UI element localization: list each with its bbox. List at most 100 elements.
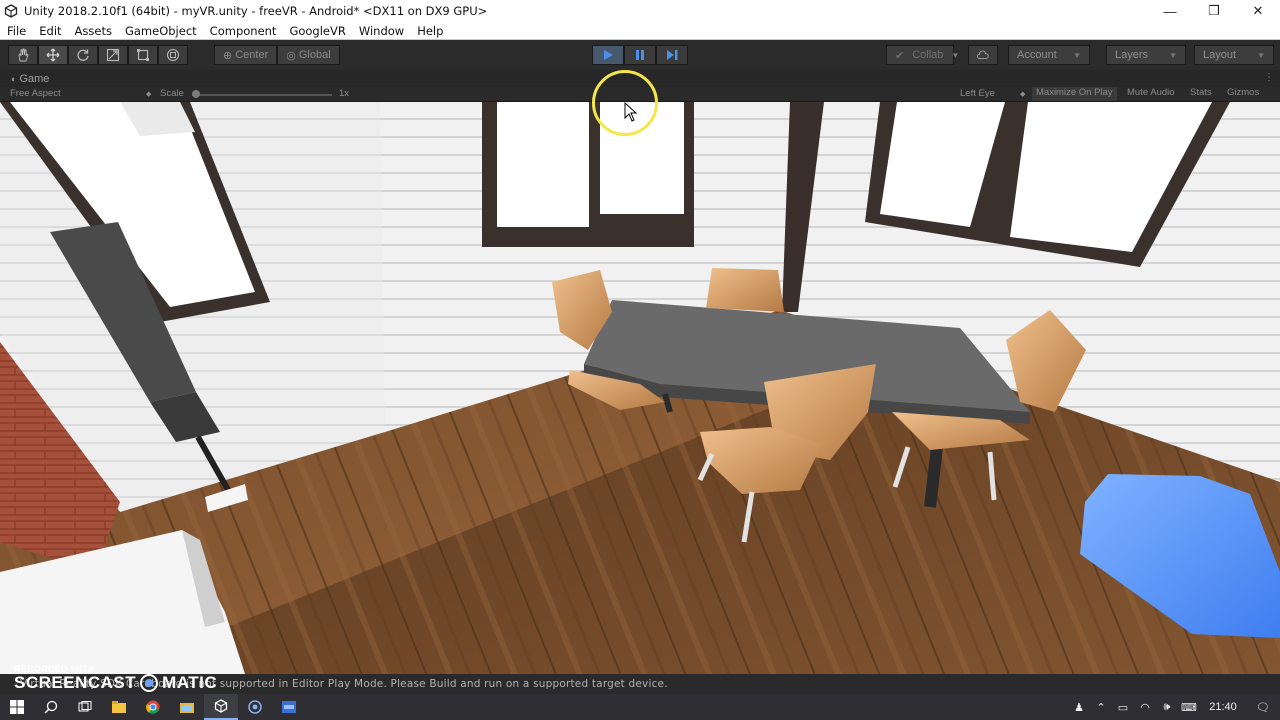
scale-value: 1x [339, 88, 350, 99]
pivot-toggles: ⊕ Center ◎ Global [214, 45, 340, 65]
collab-dropdown[interactable]: ✔ Collab ▼ [886, 45, 959, 65]
screencast-watermark: RECORDED WITH SCREENCAST MATIC [14, 664, 217, 693]
menu-file[interactable]: File [0, 24, 32, 38]
menu-component[interactable]: Component [203, 24, 283, 38]
menu-bar: File Edit Assets GameObject Component Go… [0, 22, 1280, 40]
watermark-brand: SCREENCAST MATIC [14, 673, 217, 693]
windows-taskbar: ♟ ⌃ ▭ ◠ 🕪 ⌨ 21:40 🗨 [0, 694, 1280, 720]
minimize-button[interactable]: — [1148, 0, 1192, 22]
volume-icon[interactable]: 🕪 [1156, 701, 1178, 714]
tab-menu-icon[interactable]: ⋮ [1264, 72, 1274, 83]
hand-tool-button[interactable] [8, 45, 38, 65]
chevron-down-icon: ◆ [1020, 91, 1026, 98]
rect-tool-button[interactable] [128, 45, 158, 65]
watermark-brand-left: SCREENCAST [14, 673, 137, 692]
mouse-cursor-icon [624, 102, 638, 122]
play-icon [604, 50, 613, 60]
window-titlebar: Unity 2018.2.10f1 (64bit) - myVR.unity -… [0, 0, 1280, 22]
chevron-up-icon[interactable]: ⌃ [1090, 701, 1112, 714]
play-button[interactable] [592, 45, 624, 65]
record-icon [140, 674, 159, 692]
menu-assets[interactable]: Assets [68, 24, 118, 38]
step-icon [667, 50, 678, 60]
layout-label: Layout [1203, 49, 1237, 61]
menu-googlevr[interactable]: GoogleVR [282, 24, 351, 38]
maximize-on-play-toggle[interactable]: Maximize On Play [1032, 87, 1117, 101]
task-view-button[interactable] [68, 694, 102, 720]
pivot-center-toggle[interactable]: ⊕ Center [214, 45, 278, 65]
layers-label: Layers [1115, 49, 1149, 61]
scale-icon [106, 48, 120, 62]
aspect-dropdown[interactable]: Free Aspect [10, 88, 61, 99]
transform-icon [166, 48, 180, 62]
gamepad-icon: ◖ [10, 73, 16, 84]
chevron-down-icon: ▼ [1257, 50, 1265, 60]
windows-logo-icon [10, 700, 24, 714]
unity-icon [214, 699, 228, 713]
scale-slider-thumb[interactable] [192, 90, 200, 98]
chair-back-right [706, 268, 784, 312]
task-view-icon [78, 701, 92, 712]
stats-toggle[interactable]: Stats [1186, 87, 1216, 101]
main-toolbar: ⊕ Center ◎ Global ✔ Collab ▼ Account ▼ L… [0, 40, 1280, 70]
taskbar-file-manager[interactable] [102, 694, 136, 720]
tab-game-label: Game [19, 72, 50, 85]
menu-edit[interactable]: Edit [32, 24, 67, 38]
taskbar-unity[interactable] [204, 694, 238, 720]
layers-dropdown[interactable]: Layers ▼ [1106, 45, 1186, 65]
check-icon: ✔ [895, 49, 905, 62]
move-icon [46, 48, 60, 62]
rect-icon [137, 49, 149, 61]
start-button[interactable] [0, 694, 34, 720]
taskbar-app[interactable] [272, 694, 306, 720]
globe-icon: ◎ [286, 49, 296, 62]
system-tray: ♟ ⌃ ▭ ◠ 🕪 ⌨ 21:40 🗨 [1068, 694, 1280, 720]
rotate-tool-button[interactable] [68, 45, 98, 65]
scale-tool-button[interactable] [98, 45, 128, 65]
pause-icon [636, 50, 644, 60]
chevron-down-icon: ◆ [146, 91, 152, 98]
cloud-icon [977, 50, 989, 59]
search-icon [44, 700, 58, 714]
record-icon [248, 700, 262, 714]
app-icon [282, 701, 296, 713]
search-button[interactable] [34, 694, 68, 720]
handle-label: Global [298, 49, 331, 61]
menu-gameobject[interactable]: GameObject [118, 24, 203, 38]
eye-dropdown[interactable]: Left Eye [960, 88, 995, 99]
transform-tools [8, 45, 188, 65]
taskbar-clock[interactable]: 21:40 [1200, 701, 1246, 713]
pause-button[interactable] [624, 45, 656, 65]
transform-tool-button[interactable] [158, 45, 188, 65]
pivot-label: Center [235, 49, 269, 61]
tab-game[interactable]: ◖ Game [0, 73, 49, 85]
layout-dropdown[interactable]: Layout ▼ [1194, 45, 1274, 65]
mute-audio-toggle[interactable]: Mute Audio [1123, 87, 1179, 101]
collab-label: Collab [912, 49, 944, 61]
battery-icon[interactable]: ▭ [1112, 701, 1134, 714]
menu-help[interactable]: Help [410, 24, 449, 38]
move-tool-button[interactable] [38, 45, 68, 65]
menu-window[interactable]: Window [352, 24, 410, 38]
toolbar-right: ✔ Collab ▼ Account ▼ Layers ▼ Layout ▼ [886, 45, 1280, 65]
cloud-button[interactable] [968, 45, 998, 65]
restore-button[interactable]: ❐ [1192, 0, 1236, 22]
handle-global-toggle[interactable]: ◎ Global [277, 45, 340, 65]
taskbar-recorder[interactable] [238, 694, 272, 720]
chevron-down-icon: ▼ [1073, 50, 1081, 60]
step-button[interactable] [656, 45, 688, 65]
scale-label: Scale [160, 88, 184, 99]
close-button[interactable]: ✕ [1236, 0, 1280, 22]
scale-slider-track[interactable] [192, 94, 332, 96]
taskbar-chrome[interactable] [136, 694, 170, 720]
gizmos-dropdown[interactable]: Gizmos [1223, 87, 1263, 101]
keyboard-icon[interactable]: ⌨ [1178, 701, 1200, 714]
taskbar-explorer[interactable] [170, 694, 204, 720]
game-viewport[interactable] [0, 102, 1280, 674]
notifications-icon[interactable]: 🗨 [1246, 701, 1280, 714]
wifi-icon[interactable]: ◠ [1134, 701, 1156, 714]
account-dropdown[interactable]: Account ▼ [1008, 45, 1090, 65]
people-icon[interactable]: ♟ [1068, 701, 1090, 714]
pivot-icon: ⊕ [223, 49, 233, 62]
playmode-controls [592, 45, 688, 65]
